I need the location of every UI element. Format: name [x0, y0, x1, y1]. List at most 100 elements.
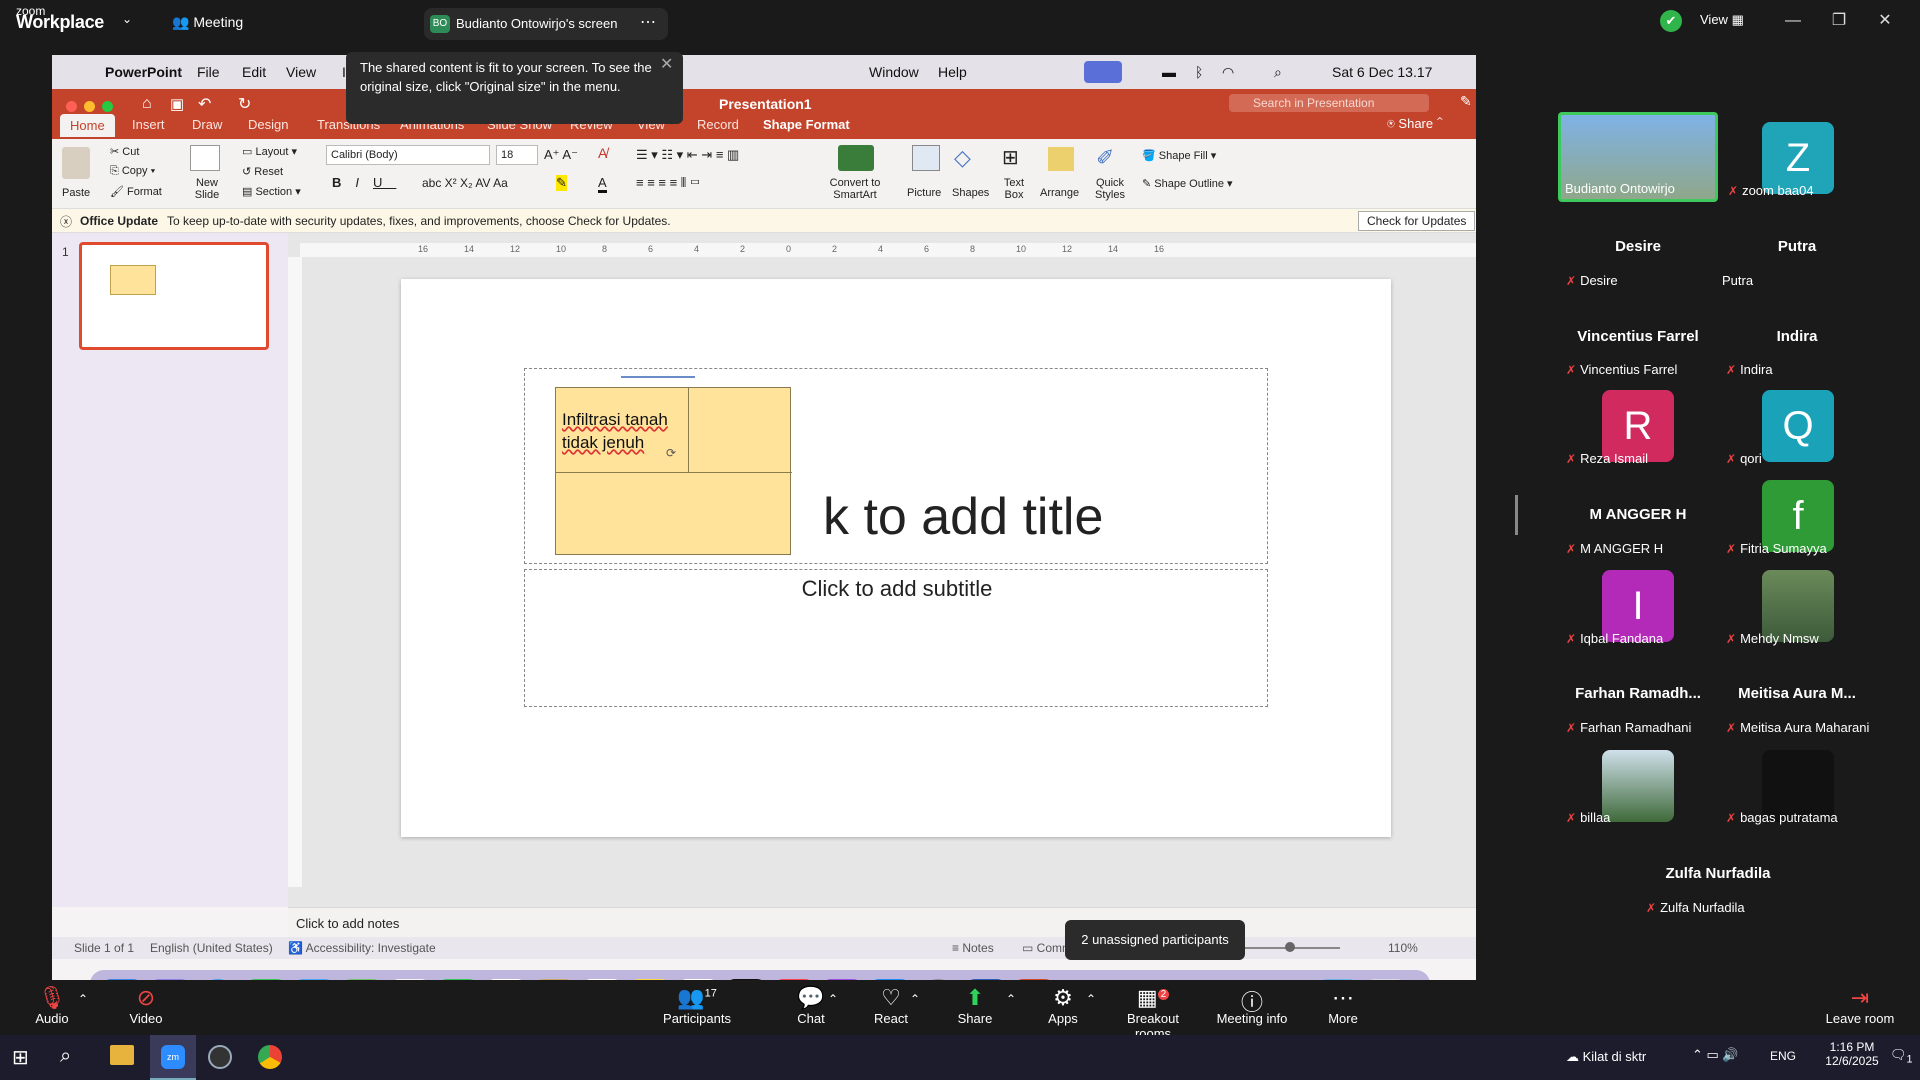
audio-options-icon[interactable]: ⌃: [78, 992, 88, 1006]
chrome-icon[interactable]: [258, 1045, 282, 1069]
restore-icon[interactable]: ❐: [1816, 10, 1862, 30]
apps-options-icon[interactable]: ⌃: [1086, 992, 1096, 1006]
convert-smartart-label[interactable]: Convert to SmartArt: [812, 177, 898, 201]
section-button[interactable]: ▤ Section ▾: [242, 185, 301, 198]
shapes-label[interactable]: Shapes: [952, 187, 989, 199]
weather-widget[interactable]: ☁ Kilat di sktr: [1566, 1049, 1646, 1065]
save-icon[interactable]: ▣: [170, 95, 184, 113]
notes-pane[interactable]: Click to add notes: [288, 907, 1476, 937]
close-icon[interactable]: ✕: [1862, 10, 1908, 30]
panel-divider[interactable]: [1515, 495, 1518, 535]
react-button[interactable]: ♡ React: [866, 985, 916, 1026]
search-icon[interactable]: ⌕: [1274, 64, 1282, 81]
audio-button[interactable]: 🎙 Audio: [30, 985, 74, 1026]
tray-icons[interactable]: ⌃ ▭ 🔊: [1692, 1047, 1739, 1063]
screen-share-icon[interactable]: [1084, 61, 1122, 83]
meeting-info-button[interactable]: ⓘ Meeting info: [1214, 985, 1290, 1026]
minimize-icon[interactable]: —: [1770, 12, 1816, 30]
react-options-icon[interactable]: ⌃: [910, 992, 920, 1006]
search-icon[interactable]: ⌕: [60, 1045, 71, 1068]
participant-video[interactable]: Budianto Ontowirjo: [1558, 112, 1718, 202]
close-traffic-light-icon[interactable]: [66, 101, 77, 112]
picture-label[interactable]: Picture: [907, 187, 941, 199]
quick-styles-label[interactable]: Quick Styles: [1090, 177, 1130, 201]
subtitle-placeholder[interactable]: Click to add subtitle: [524, 569, 1268, 707]
share-indicator[interactable]: BO Budianto Ontowirjo's screen ⋯: [424, 8, 668, 40]
tab-insert[interactable]: Insert: [132, 117, 165, 132]
more-options-icon[interactable]: ⋯: [640, 12, 656, 32]
participants-button[interactable]: 👥17 Participants: [660, 985, 734, 1026]
menu-edit[interactable]: Edit: [242, 64, 266, 80]
share-screen-button[interactable]: ⬆ Share: [950, 985, 1000, 1026]
align-icons[interactable]: ≡ ≡ ≡ ≡ ⫴ ▭: [636, 175, 700, 191]
grow-font-icon[interactable]: A⁺ A⁻: [544, 147, 578, 163]
menu-file[interactable]: File: [197, 64, 220, 80]
zoom-level[interactable]: 110%: [1388, 941, 1418, 955]
list-icons[interactable]: ☰ ▾ ☷ ▾ ⇤ ⇥ ≡ ▥: [636, 147, 739, 163]
minimize-traffic-light-icon[interactable]: [84, 101, 95, 112]
notification-icon[interactable]: 🗨1: [1890, 1047, 1913, 1066]
picture-icon[interactable]: [912, 145, 940, 171]
slide-thumbnail[interactable]: [79, 242, 269, 350]
check-updates-button[interactable]: Check for Updates: [1358, 211, 1476, 231]
more-button[interactable]: ⋯ More: [1318, 985, 1368, 1026]
tab-home[interactable]: Home: [60, 114, 115, 137]
language-status[interactable]: English (United States): [150, 941, 273, 955]
zoom-slider[interactable]: [1230, 938, 1355, 956]
textbox-icon[interactable]: ⊞: [1002, 145, 1019, 170]
chevron-down-icon[interactable]: ⌄: [122, 12, 132, 26]
layout-button[interactable]: ▭ Layout ▾: [242, 145, 297, 158]
rotate-handle-icon[interactable]: ⟳: [666, 446, 676, 460]
font-family-select[interactable]: Calibri (Body): [326, 145, 490, 165]
strike-sub-sup-icons[interactable]: abc X² X₂ AV Aa: [422, 176, 508, 190]
shapes-icon[interactable]: ◇: [954, 145, 971, 171]
windows-start-icon[interactable]: ⊞: [12, 1045, 29, 1070]
quick-styles-icon[interactable]: ✐: [1096, 145, 1114, 171]
zoom-traffic-light-icon[interactable]: [102, 101, 113, 112]
file-explorer-icon[interactable]: [110, 1045, 134, 1065]
tab-draw[interactable]: Draw: [192, 117, 222, 132]
copy-button[interactable]: ⎘ Copy ▾: [110, 165, 155, 178]
apps-button[interactable]: ⚙ Apps: [1038, 985, 1088, 1026]
menu-view[interactable]: View: [286, 64, 316, 80]
slide-canvas[interactable]: k to add title Click to add subtitle Inf…: [401, 279, 1391, 837]
search-presentation-input[interactable]: Search in Presentation: [1229, 94, 1429, 112]
shape-fill-button[interactable]: 🪣 Shape Fill ▾: [1142, 149, 1216, 162]
zoom-taskbar-item[interactable]: zm: [150, 1035, 196, 1080]
language-indicator[interactable]: ENG: [1770, 1049, 1796, 1063]
highlight-icon[interactable]: ✎: [556, 175, 567, 191]
feedback-icon[interactable]: ✎: [1460, 93, 1472, 110]
menu-window[interactable]: Window: [869, 64, 919, 80]
zoom-slider-thumb[interactable]: [1285, 942, 1295, 952]
chat-options-icon[interactable]: ⌃: [828, 992, 838, 1006]
video-button[interactable]: ⊘ Video: [124, 985, 168, 1026]
taskbar-clock[interactable]: 1:16 PM 12/6/2025: [1820, 1040, 1884, 1068]
clear-format-icon[interactable]: A̸: [598, 145, 607, 161]
undo-icon[interactable]: ↶: [198, 94, 211, 114]
view-button[interactable]: View ▦: [1700, 12, 1744, 28]
obs-icon[interactable]: [208, 1045, 232, 1069]
cut-button[interactable]: ✂ Cut: [110, 145, 139, 158]
home-icon[interactable]: ⌂: [142, 95, 152, 113]
font-size-select[interactable]: 18: [496, 145, 538, 165]
redo-icon[interactable]: ↻: [238, 94, 251, 114]
tab-record[interactable]: Record: [697, 117, 739, 132]
arrange-icon[interactable]: [1048, 147, 1074, 171]
close-update-icon[interactable]: ⓧ: [60, 213, 72, 230]
text-format-icons[interactable]: BIU: [332, 175, 396, 190]
notes-toggle[interactable]: ≡ Notes: [952, 941, 994, 955]
leave-room-button[interactable]: ⇥ Leave room: [1820, 985, 1900, 1026]
arrange-label[interactable]: Arrange: [1040, 187, 1079, 199]
share-button[interactable]: ⍟ Share ⌃: [1387, 116, 1443, 132]
shape-outline-button[interactable]: ✎ Shape Outline ▾: [1142, 177, 1233, 190]
font-color-icon[interactable]: A: [598, 175, 607, 193]
tab-shape-format[interactable]: Shape Format: [763, 117, 850, 132]
breakout-rooms-button[interactable]: ▦ 2 Breakout rooms: [1110, 985, 1196, 1041]
tab-design[interactable]: Design: [248, 117, 288, 132]
paste-icon[interactable]: [62, 147, 90, 179]
new-slide-label[interactable]: New Slide: [189, 177, 225, 201]
reset-button[interactable]: ↺ Reset: [242, 165, 283, 178]
textbox-label[interactable]: Text Box: [998, 177, 1030, 201]
format-painter-button[interactable]: 🖌 Format: [110, 185, 162, 198]
meeting-button[interactable]: 👥 Meeting: [172, 14, 243, 31]
